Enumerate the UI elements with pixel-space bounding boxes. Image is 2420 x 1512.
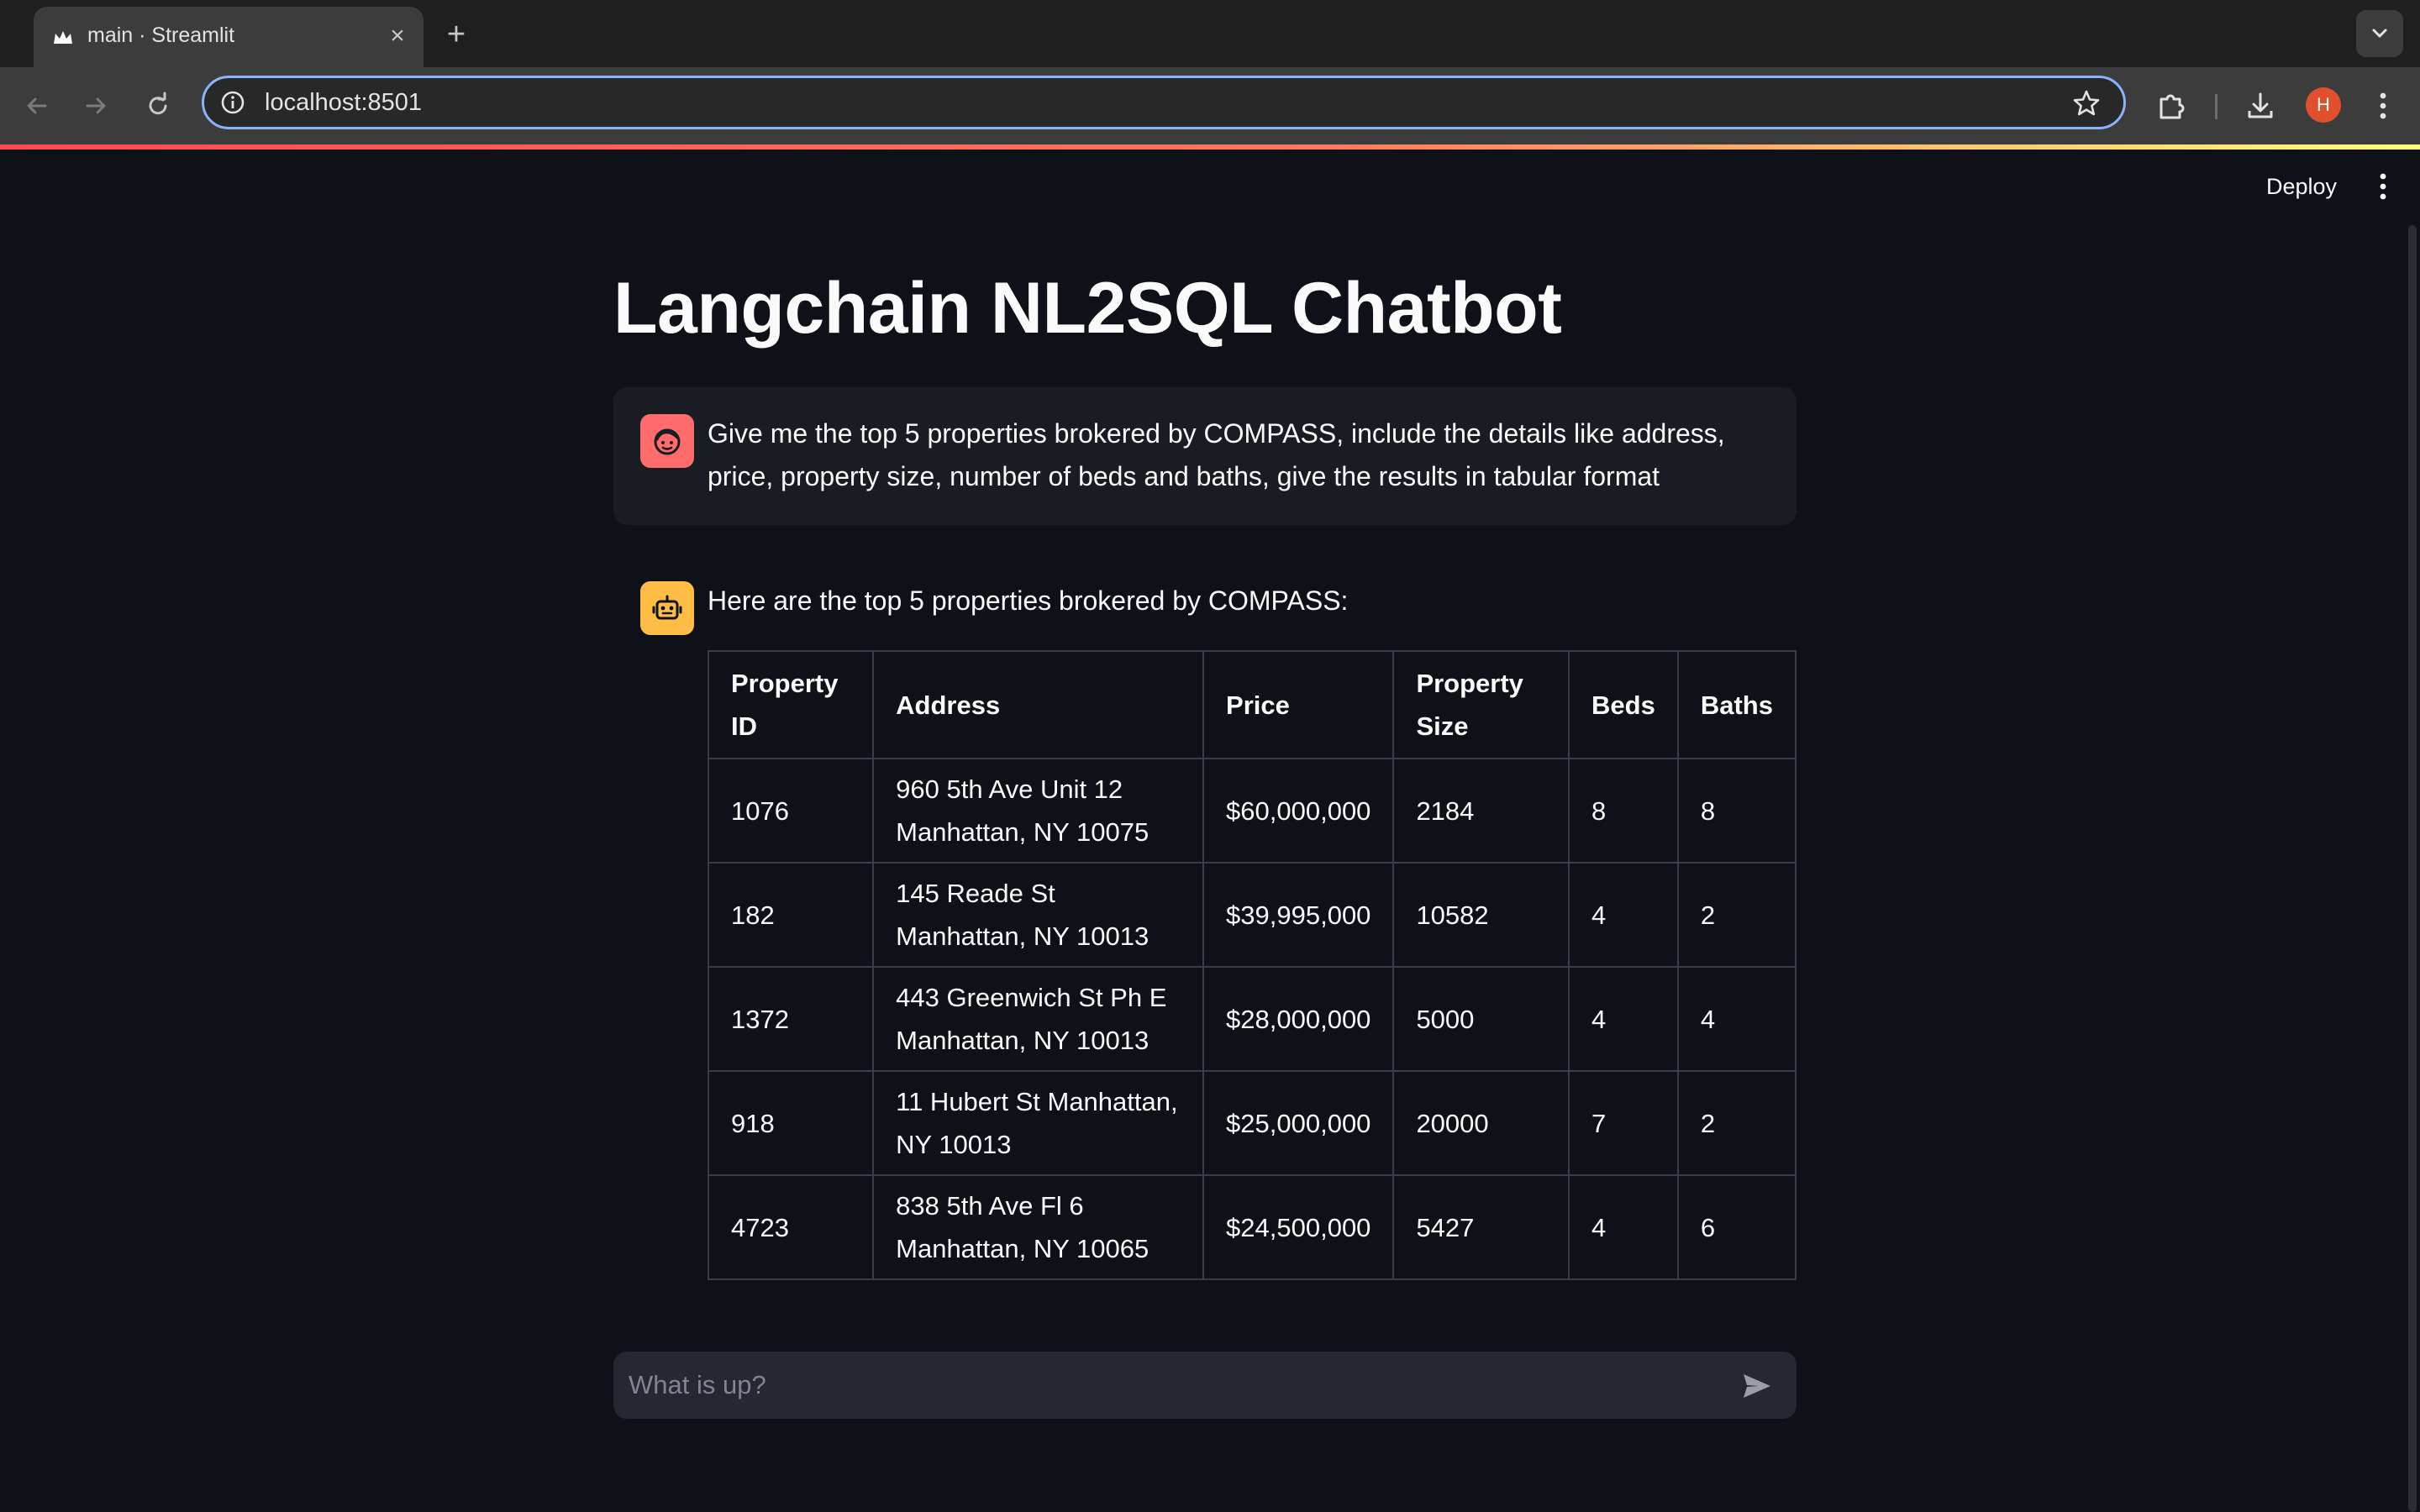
cell-address: 145 Reade St Manhattan, NY 10013 — [872, 862, 1205, 968]
back-button[interactable] — [17, 86, 57, 126]
deploy-button[interactable]: Deploy — [2249, 166, 2354, 207]
cell-property-id: 1076 — [707, 758, 875, 864]
chat-input-container — [613, 1352, 1797, 1419]
tab-search-button[interactable] — [2356, 10, 2403, 57]
assistant-avatar — [640, 581, 694, 635]
user-avatar — [640, 414, 694, 468]
cell-price: $60,000,000 — [1202, 758, 1395, 864]
table-row: 182 145 Reade St Manhattan, NY 10013 $39… — [707, 862, 1797, 968]
cell-property-size: 10582 — [1392, 862, 1570, 968]
cell-address: 443 Greenwich St Ph E Manhattan, NY 1001… — [872, 966, 1205, 1072]
cell-baths: 4 — [1676, 966, 1797, 1072]
address-bar[interactable]: localhost:8501 — [202, 76, 2126, 129]
cell-beds: 8 — [1568, 758, 1679, 864]
cell-price: $24,500,000 — [1202, 1174, 1395, 1280]
profile-avatar[interactable]: H — [2306, 87, 2341, 123]
cell-beds: 7 — [1568, 1070, 1679, 1176]
cell-property-size: 2184 — [1392, 758, 1570, 864]
cell-baths: 6 — [1676, 1174, 1797, 1280]
streamlit-decoration-bar — [0, 144, 2420, 150]
reload-button[interactable] — [138, 86, 178, 126]
table-row: 4723 838 5th Ave Fl 6 Manhattan, NY 1006… — [707, 1174, 1797, 1280]
cell-property-id: 918 — [707, 1070, 875, 1176]
browser-tab[interactable]: main · Streamlit × — [34, 7, 424, 69]
cell-property-id: 4723 — [707, 1174, 875, 1280]
column-header-property-id: Property ID — [707, 650, 875, 759]
tab-title: main · Streamlit — [87, 24, 235, 47]
table-row: 1372 443 Greenwich St Ph E Manhattan, NY… — [707, 966, 1797, 1072]
column-header-beds: Beds — [1568, 650, 1679, 759]
arrow-left-icon — [27, 97, 47, 114]
close-tab-icon[interactable]: × — [383, 22, 412, 50]
chevron-down-icon — [2372, 29, 2387, 38]
assistant-message-text: Here are the top 5 properties brokered b… — [708, 585, 1349, 616]
new-tab-button[interactable]: + — [439, 17, 474, 52]
kebab-icon — [2380, 173, 2386, 200]
robot-icon — [652, 595, 682, 620]
puzzle-icon — [2160, 94, 2185, 119]
send-icon — [1744, 1374, 1770, 1398]
cell-property-size: 5427 — [1392, 1174, 1570, 1280]
arrow-right-icon — [86, 97, 106, 114]
page-title: Langchain NL2SQL Chatbot — [613, 268, 1562, 349]
table-row: 1076 960 5th Ave Unit 12 Manhattan, NY 1… — [707, 758, 1797, 864]
cell-price: $28,000,000 — [1202, 966, 1395, 1072]
browser-menu-button[interactable] — [2365, 87, 2402, 124]
send-button[interactable] — [1738, 1367, 1776, 1405]
cell-price: $39,995,000 — [1202, 862, 1395, 968]
cell-baths: 8 — [1676, 758, 1797, 864]
user-message-text: Give me the top 5 properties brokered by… — [708, 418, 1725, 491]
streamlit-crown-icon — [54, 31, 72, 44]
toolbar-divider — [2215, 94, 2217, 119]
download-icon — [2248, 92, 2273, 118]
cell-beds: 4 — [1568, 966, 1679, 1072]
column-header-property-size: Property Size — [1392, 650, 1570, 759]
cell-address: 960 5th Ave Unit 12 Manhattan, NY 10075 — [872, 758, 1205, 864]
column-header-price: Price — [1202, 650, 1395, 759]
star-icon[interactable] — [2071, 88, 2102, 118]
kebab-icon — [2380, 92, 2386, 119]
cell-address: 838 5th Ave Fl 6 Manhattan, NY 10065 — [872, 1174, 1205, 1280]
cell-property-size: 20000 — [1392, 1070, 1570, 1176]
extensions-button[interactable] — [2153, 87, 2190, 124]
cell-property-id: 1372 — [707, 966, 875, 1072]
cell-beds: 4 — [1568, 862, 1679, 968]
cell-address: 11 Hubert St Manhattan, NY 10013 — [872, 1070, 1205, 1176]
column-header-baths: Baths — [1676, 650, 1797, 759]
chat-input[interactable] — [613, 1352, 1706, 1419]
column-header-address: Address — [872, 650, 1205, 759]
url-text[interactable]: localhost:8501 — [265, 89, 422, 117]
forward-button[interactable] — [76, 86, 116, 126]
downloads-button[interactable] — [2242, 87, 2279, 124]
assistant-chat-message: Here are the top 5 properties brokered b… — [613, 554, 1797, 1310]
user-chat-message: Give me the top 5 properties brokered by… — [613, 387, 1797, 525]
page-scrollbar[interactable] — [2408, 225, 2417, 1512]
reload-icon — [149, 92, 167, 115]
cell-baths: 2 — [1676, 862, 1797, 968]
cell-beds: 4 — [1568, 1174, 1679, 1280]
info-icon[interactable] — [219, 89, 246, 116]
cell-baths: 2 — [1676, 1070, 1797, 1176]
cell-price: $25,000,000 — [1202, 1070, 1395, 1176]
browser-toolbar: localhost:8501 — [0, 67, 2420, 144]
cell-property-id: 182 — [707, 862, 875, 968]
browser-tab-strip: main · Streamlit × + — [0, 0, 2420, 69]
table-header-row: Property ID Address Price Property Size … — [707, 650, 1797, 759]
cell-property-size: 5000 — [1392, 966, 1570, 1072]
table-row: 918 11 Hubert St Manhattan, NY 10013 $25… — [707, 1070, 1797, 1176]
face-icon — [654, 428, 681, 455]
app-menu-button[interactable] — [2366, 166, 2400, 207]
results-table: Property ID Address Price Property Size … — [707, 650, 1797, 1280]
